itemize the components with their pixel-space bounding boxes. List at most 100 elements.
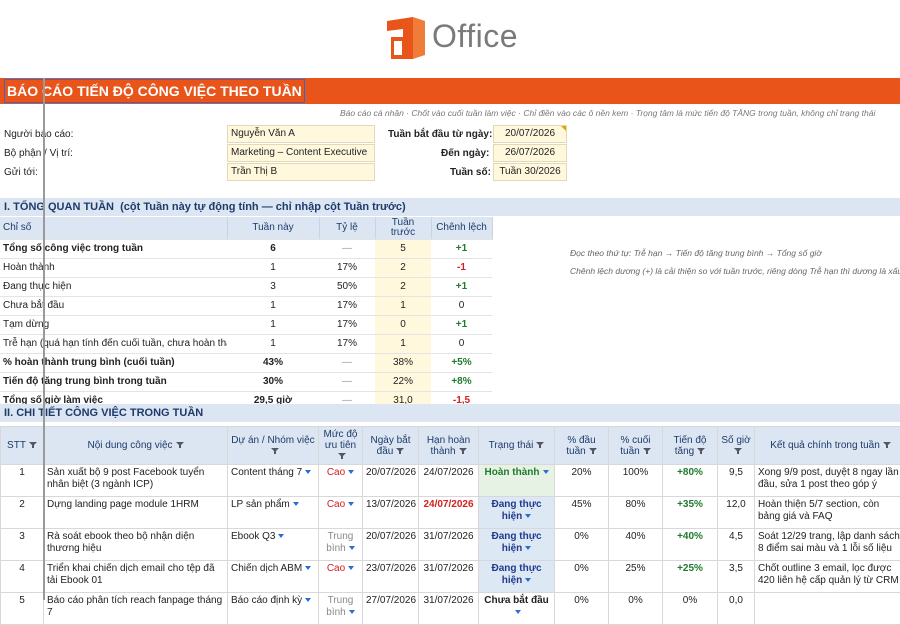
dropdown-arrow-icon[interactable] (525, 514, 531, 518)
cell-priority[interactable]: Cao (319, 561, 363, 593)
dropdown-arrow-icon[interactable] (543, 470, 549, 474)
cell-status[interactable]: Đang thực hiện (479, 529, 555, 561)
cell-start-pct[interactable]: 45% (555, 497, 609, 529)
col-status[interactable]: Trạng thái (479, 427, 555, 465)
cell-stt[interactable]: 4 (1, 561, 44, 593)
col-project[interactable]: Dự án / Nhóm việc (228, 427, 319, 465)
cell-end-pct[interactable]: 40% (609, 529, 663, 561)
start-date-field[interactable]: 20/07/2026 (493, 125, 567, 143)
cell-status[interactable]: Chưa bắt đầu (479, 593, 555, 625)
cell-result[interactable]: Xong 9/9 post, duyệt 8 ngay lần đầu, sửa… (755, 465, 900, 497)
dropdown-arrow-icon[interactable] (305, 598, 311, 602)
dropdown-arrow-icon[interactable] (515, 610, 521, 614)
cell-end-pct[interactable]: 80% (609, 497, 663, 529)
cell-start[interactable]: 20/07/2026 (363, 529, 419, 561)
col-increase[interactable]: Tiến độ tăng (663, 427, 718, 465)
metric-prev[interactable]: 0 (375, 315, 431, 334)
cell-due[interactable]: 24/07/2026 (419, 497, 479, 529)
freeze-pane-divider[interactable] (43, 78, 45, 600)
report-title[interactable]: BÁO CÁO TIẾN ĐỘ CÔNG VIỆC THEO TUẦN (0, 78, 900, 104)
cell-end-pct[interactable]: 0% (609, 593, 663, 625)
end-date-field[interactable]: 26/07/2026 (493, 144, 567, 162)
dropdown-arrow-icon[interactable] (293, 502, 299, 506)
dropdown-arrow-icon[interactable] (348, 566, 354, 570)
cell-project[interactable]: Ebook Q3 (228, 529, 319, 561)
cell-task[interactable]: Triển khai chiến dịch email cho tệp đã t… (44, 561, 228, 593)
cell-task[interactable]: Rà soát ebook theo bộ nhận diện thương h… (44, 529, 228, 561)
cell-result[interactable]: Soát 12/29 trang, lập danh sách 8 điểm s… (755, 529, 900, 561)
section-details-header: II. CHI TIẾT CÔNG VIỆC TRONG TUẦN (0, 404, 900, 422)
metric-prev[interactable]: 38% (375, 353, 431, 372)
dropdown-arrow-icon[interactable] (348, 502, 354, 506)
cell-start-pct[interactable]: 0% (555, 529, 609, 561)
cell-priority[interactable]: Trung bình (319, 529, 363, 561)
cell-stt[interactable]: 3 (1, 529, 44, 561)
cell-due[interactable]: 31/07/2026 (419, 529, 479, 561)
dropdown-arrow-icon[interactable] (305, 470, 311, 474)
metric-prev[interactable]: 22% (375, 372, 431, 391)
cell-priority[interactable]: Cao (319, 497, 363, 529)
cell-start-pct[interactable]: 0% (555, 561, 609, 593)
dropdown-arrow-icon[interactable] (525, 578, 531, 582)
cell-hours[interactable]: 12,0 (718, 497, 755, 529)
cell-due[interactable]: 24/07/2026 (419, 465, 479, 497)
dept-field[interactable]: Marketing – Content Executive (227, 144, 375, 162)
cell-result[interactable]: Chốt outline 3 email, lọc được 420 liên … (755, 561, 900, 593)
metric-prev[interactable]: 1 (375, 334, 431, 353)
metric-prev[interactable]: 2 (375, 258, 431, 277)
cell-start-pct[interactable]: 0% (555, 593, 609, 625)
cell-project[interactable]: Báo cáo định kỳ (228, 593, 319, 625)
cell-end-pct[interactable]: 100% (609, 465, 663, 497)
cell-project[interactable]: Chiến dịch ABM (228, 561, 319, 593)
cell-stt[interactable]: 5 (1, 593, 44, 625)
cell-hours[interactable]: 0,0 (718, 593, 755, 625)
cell-project[interactable]: LP sản phẩm (228, 497, 319, 529)
cell-start[interactable]: 23/07/2026 (363, 561, 419, 593)
cell-stt[interactable]: 2 (1, 497, 44, 529)
cell-task[interactable]: Dựng landing page module 1HRM (44, 497, 228, 529)
cell-task[interactable]: Báo cáo phân tích reach fanpage tháng 7 (44, 593, 228, 625)
cell-priority[interactable]: Cao (319, 465, 363, 497)
week-field[interactable]: Tuần 30/2026 (493, 163, 567, 181)
metric-prev[interactable]: 1 (375, 296, 431, 315)
metric-prev[interactable]: 2 (375, 277, 431, 296)
col-start[interactable]: Ngày bắt đầu (363, 427, 419, 465)
cell-start[interactable]: 13/07/2026 (363, 497, 419, 529)
cell-result[interactable]: Hoàn thiện 5/7 section, còn bảng giá và … (755, 497, 900, 529)
dropdown-arrow-icon[interactable] (525, 546, 531, 550)
cell-task[interactable]: Sản xuất bộ 9 post Facebook tuyển nhân b… (44, 465, 228, 497)
cell-due[interactable]: 31/07/2026 (419, 561, 479, 593)
cell-status[interactable]: Đang thực hiện (479, 497, 555, 529)
cell-increase: +25% (663, 561, 718, 593)
col-start-pct[interactable]: % đầu tuần (555, 427, 609, 465)
col-stt[interactable]: STT (1, 427, 44, 465)
col-due[interactable]: Hạn hoàn thành (419, 427, 479, 465)
cell-status[interactable]: Đang thực hiện (479, 561, 555, 593)
cell-status[interactable]: Hoàn thành (479, 465, 555, 497)
col-end-pct[interactable]: % cuối tuần (609, 427, 663, 465)
dropdown-arrow-icon[interactable] (348, 470, 354, 474)
cell-hours[interactable]: 3,5 (718, 561, 755, 593)
cell-start[interactable]: 20/07/2026 (363, 465, 419, 497)
cell-stt[interactable]: 1 (1, 465, 44, 497)
dropdown-arrow-icon[interactable] (278, 534, 284, 538)
sendto-field[interactable]: Trần Thị B (227, 163, 375, 181)
cell-hours[interactable]: 9,5 (718, 465, 755, 497)
cell-priority[interactable]: Trung bình (319, 593, 363, 625)
col-result[interactable]: Kết quả chính trong tuần (755, 427, 900, 465)
dropdown-arrow-icon[interactable] (305, 566, 311, 570)
col-priority[interactable]: Mức độ ưu tiên (319, 427, 363, 465)
cell-start-pct[interactable]: 20% (555, 465, 609, 497)
dropdown-arrow-icon[interactable] (349, 546, 355, 550)
col-hours[interactable]: Số giờ (718, 427, 755, 465)
reporter-field[interactable]: Nguyễn Văn A (227, 125, 375, 143)
cell-end-pct[interactable]: 25% (609, 561, 663, 593)
cell-due[interactable]: 31/07/2026 (419, 593, 479, 625)
cell-result[interactable] (755, 593, 900, 625)
cell-hours[interactable]: 4,5 (718, 529, 755, 561)
cell-project[interactable]: Content tháng 7 (228, 465, 319, 497)
metric-prev[interactable]: 5 (375, 239, 431, 258)
col-task[interactable]: Nội dung công việc (44, 427, 228, 465)
dropdown-arrow-icon[interactable] (349, 610, 355, 614)
cell-start[interactable]: 27/07/2026 (363, 593, 419, 625)
